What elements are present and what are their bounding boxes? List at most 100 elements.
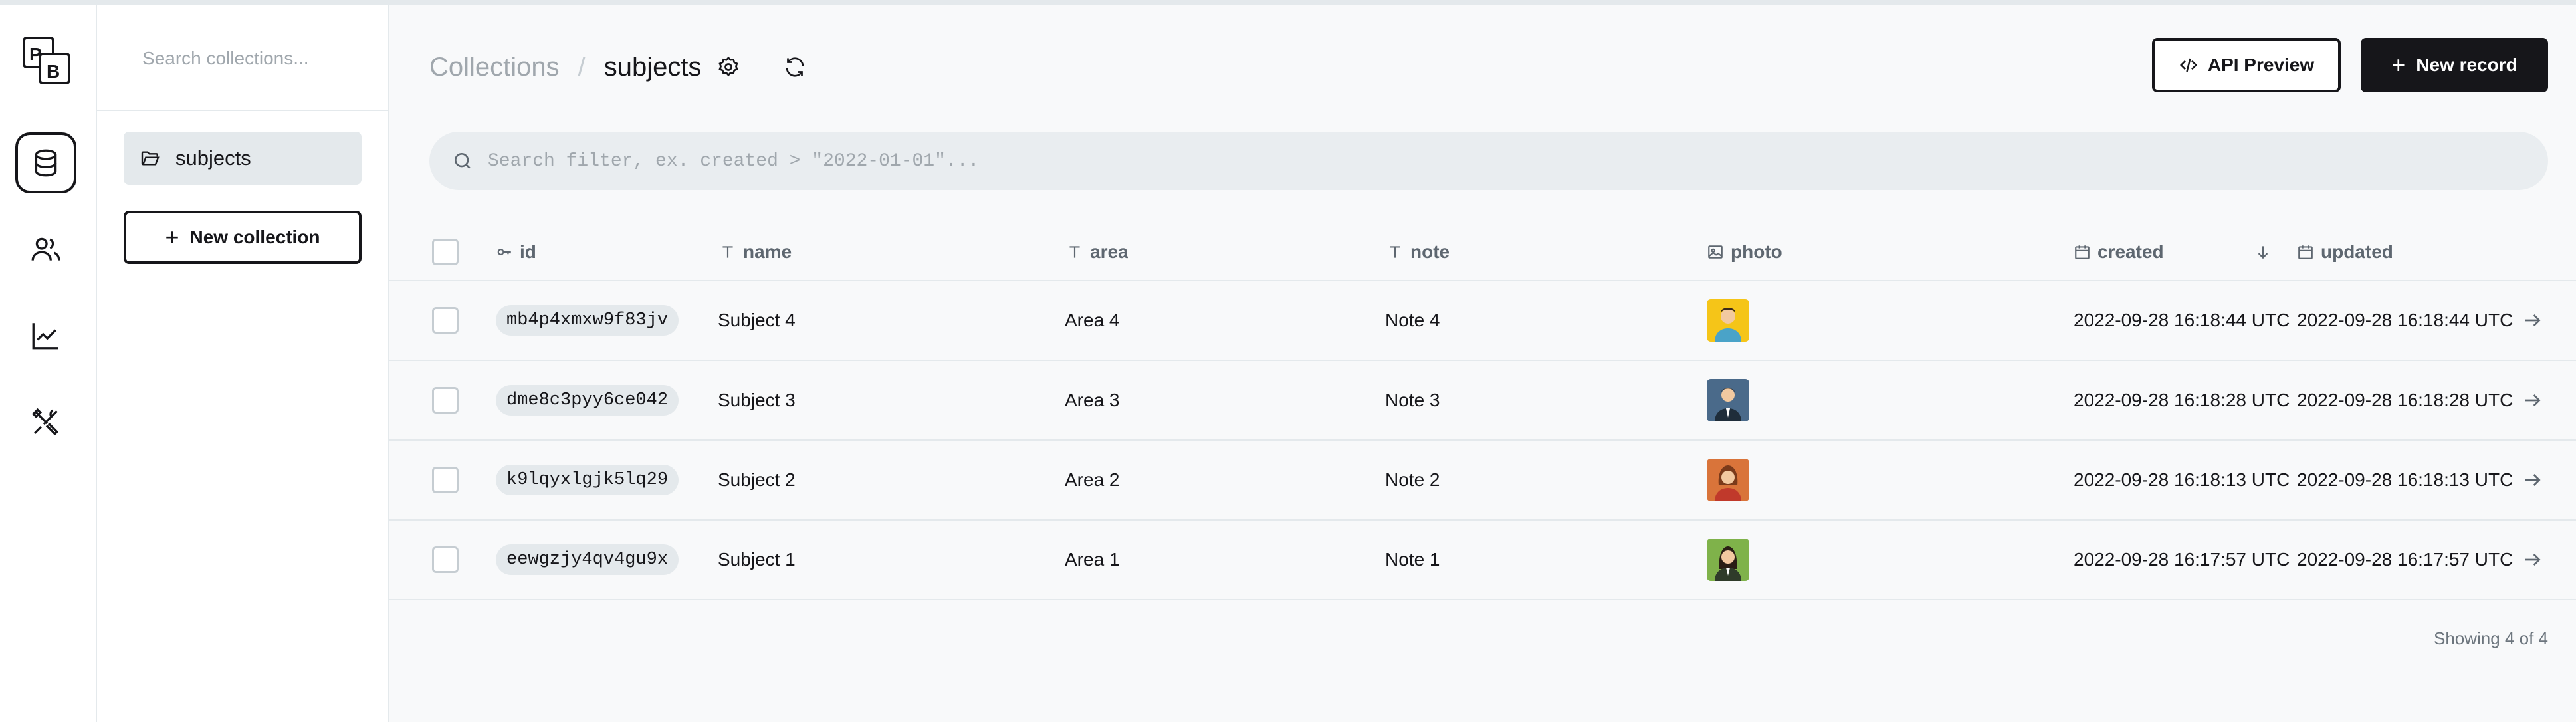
plus-icon: + (165, 223, 179, 251)
name-cell: Subject 1 (718, 549, 796, 570)
table-row[interactable]: mb4p4xmxw9f83jv Subject 4 Area 4 Note 4 … (389, 281, 2576, 361)
collection-settings-button[interactable] (712, 51, 744, 83)
id-cell: k9lqyxlgjk5lq29 (496, 441, 679, 519)
id-cell: mb4p4xmxw9f83jv (496, 281, 679, 360)
logo-letter-b: B (47, 61, 60, 82)
area-cell: Area 1 (1065, 549, 1120, 570)
id-cell: eewgzjy4qv4gu9x (496, 521, 679, 599)
arrow-right-icon (2525, 394, 2541, 406)
photo-thumbnail[interactable] (1707, 299, 1749, 342)
new-record-button[interactable]: + New record (2361, 38, 2548, 92)
column-header-photo[interactable]: photo (1707, 224, 1782, 280)
search-icon (455, 153, 471, 169)
photo-thumbnail[interactable] (1707, 459, 1749, 501)
refresh-button[interactable] (779, 51, 811, 83)
sort-desc-indicator[interactable] (2254, 224, 2272, 280)
photo-thumbnail[interactable] (1707, 379, 1749, 421)
main-content: Collections / subjects API Preview + New… (389, 5, 2576, 722)
note-cell: Note 4 (1385, 310, 1440, 330)
text-icon (722, 246, 733, 258)
created-cell: 2022-09-28 16:18:13 UTC (2074, 469, 2290, 490)
photo-thumbnail[interactable] (1707, 539, 1749, 581)
record-id[interactable]: dme8c3pyy6ce042 (496, 385, 679, 416)
api-preview-button[interactable]: API Preview (2152, 38, 2341, 92)
api-preview-label: API Preview (2207, 55, 2315, 75)
column-header-id[interactable]: id (496, 224, 536, 280)
breadcrumb-current: subjects (603, 52, 702, 82)
collection-item-subjects[interactable]: subjects (124, 132, 362, 185)
name-cell: Subject 4 (718, 310, 796, 330)
name-cell: Subject 3 (718, 390, 796, 410)
photo-cell (1707, 521, 1749, 599)
area-cell: Area 4 (1065, 310, 1120, 330)
row-checkbox-cell (432, 441, 459, 519)
top-border (0, 0, 2576, 5)
calendar-icon (2298, 245, 2313, 259)
open-record-arrow[interactable] (2522, 361, 2543, 439)
refresh-icon (786, 57, 804, 77)
record-id[interactable]: k9lqyxlgjk5lq29 (496, 465, 679, 495)
record-id[interactable]: eewgzjy4qv4gu9x (496, 544, 679, 575)
records-count: Showing 4 of 4 (2433, 628, 2548, 648)
rail-collections-button[interactable] (15, 132, 76, 193)
column-label-photo: photo (1731, 241, 1782, 262)
name-cell: Subject 2 (718, 469, 796, 490)
image-icon (1708, 245, 1723, 259)
photo-cell (1707, 281, 1749, 360)
row-checkbox[interactable] (432, 387, 459, 414)
plus-icon: + (2391, 51, 2406, 78)
updated-cell: 2022-09-28 16:18:13 UTC (2297, 469, 2514, 490)
column-header-updated[interactable]: updated (2297, 224, 2393, 280)
text-icon (1069, 246, 1080, 258)
breadcrumb-separator: / (578, 52, 586, 82)
collection-item-label: subjects (175, 146, 251, 170)
calendar-icon (2075, 245, 2090, 259)
area-cell: Area 3 (1065, 390, 1120, 410)
id-cell: dme8c3pyy6ce042 (496, 361, 679, 439)
created-cell: 2022-09-28 16:18:44 UTC (2074, 310, 2290, 330)
updated-cell: 2022-09-28 16:18:44 UTC (2297, 310, 2514, 330)
key-icon (497, 249, 511, 255)
filter-input[interactable] (488, 141, 2548, 181)
collections-search-input[interactable] (142, 42, 368, 75)
select-all-checkbox[interactable] (432, 239, 459, 265)
row-checkbox[interactable] (432, 467, 459, 493)
new-collection-button[interactable]: + New collection (124, 211, 362, 264)
logo-letter-p: P (29, 44, 42, 64)
column-header-name[interactable]: name (719, 224, 792, 280)
new-collection-label: New collection (189, 227, 320, 247)
column-label-id: id (520, 241, 536, 262)
row-checkbox[interactable] (432, 546, 459, 573)
open-record-arrow[interactable] (2522, 441, 2543, 519)
record-id[interactable]: mb4p4xmxw9f83jv (496, 305, 679, 336)
updated-cell: 2022-09-28 16:18:28 UTC (2297, 390, 2514, 410)
area-cell: Area 2 (1065, 469, 1120, 490)
row-checkbox-cell (432, 361, 459, 439)
code-icon (2179, 58, 2197, 72)
rail-users-button[interactable] (15, 219, 76, 280)
row-checkbox-cell (432, 281, 459, 360)
arrow-down-icon (2258, 246, 2268, 259)
open-record-arrow[interactable] (2522, 281, 2543, 360)
pocketbase-logo[interactable]: P B (20, 34, 73, 87)
column-header-note[interactable]: note (1386, 224, 1449, 280)
breadcrumb-collections[interactable]: Collections (429, 53, 560, 82)
new-record-label: New record (2416, 55, 2518, 75)
collections-sidebar: subjects + New collection (97, 5, 389, 722)
rail-settings-button[interactable] (15, 392, 76, 453)
row-checkbox-cell (432, 521, 459, 599)
created-cell: 2022-09-28 16:18:28 UTC (2074, 390, 2290, 410)
arrow-right-icon (2525, 314, 2541, 326)
row-checkbox[interactable] (432, 307, 459, 334)
column-label-created: created (2097, 241, 2164, 262)
table-row[interactable]: k9lqyxlgjk5lq29 Subject 2 Area 2 Note 2 … (389, 441, 2576, 521)
photo-cell (1707, 361, 1749, 439)
column-header-created[interactable]: created (2074, 224, 2164, 280)
table-row[interactable]: eewgzjy4qv4gu9x Subject 1 Area 1 Note 1 … (389, 521, 2576, 600)
header-checkbox-cell (432, 224, 459, 280)
column-header-area[interactable]: area (1066, 224, 1128, 280)
note-cell: Note 3 (1385, 390, 1440, 410)
table-row[interactable]: dme8c3pyy6ce042 Subject 3 Area 3 Note 3 … (389, 361, 2576, 441)
open-record-arrow[interactable] (2522, 521, 2543, 599)
rail-logs-button[interactable] (15, 305, 76, 366)
